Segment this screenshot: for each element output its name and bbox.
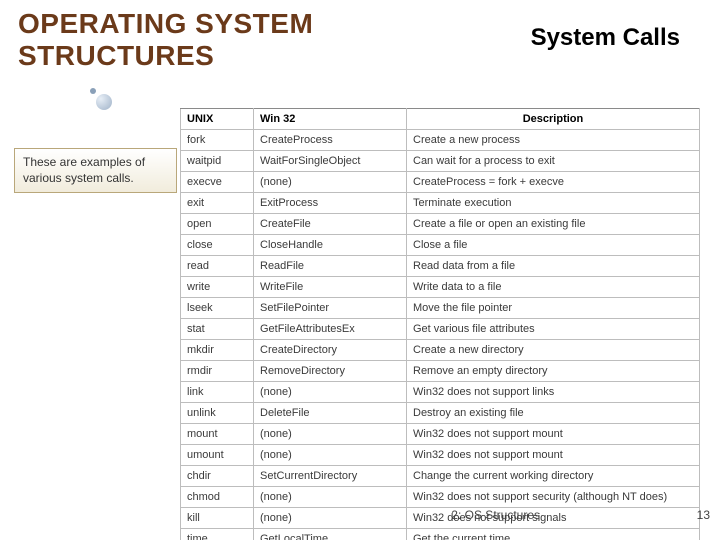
footer-reference: 2: OS Structures [451, 508, 540, 522]
table-row: timeGetLocalTimeGet the current time [181, 529, 700, 540]
cell-win32: CloseHandle [254, 235, 407, 256]
cell-desc: Get various file attributes [407, 319, 700, 340]
cell-desc: CreateProcess = fork + execve [407, 172, 700, 193]
cell-desc: Terminate execution [407, 193, 700, 214]
cell-win32: (none) [254, 382, 407, 403]
cell-unix: kill [181, 508, 254, 529]
decorative-dot-icon [90, 88, 114, 112]
cell-unix: chmod [181, 487, 254, 508]
table-row: openCreateFileCreate a file or open an e… [181, 214, 700, 235]
cell-win32: (none) [254, 424, 407, 445]
cell-unix: unlink [181, 403, 254, 424]
cell-unix: close [181, 235, 254, 256]
table-row: link(none)Win32 does not support links [181, 382, 700, 403]
cell-win32: GetLocalTime [254, 529, 407, 540]
cell-win32: GetFileAttributesEx [254, 319, 407, 340]
table-row: chdirSetCurrentDirectoryChange the curre… [181, 466, 700, 487]
cell-unix: execve [181, 172, 254, 193]
cell-win32: DeleteFile [254, 403, 407, 424]
cell-unix: read [181, 256, 254, 277]
cell-unix: link [181, 382, 254, 403]
table-row: lseekSetFilePointerMove the file pointer [181, 298, 700, 319]
table-row: readReadFileRead data from a file [181, 256, 700, 277]
cell-win32: (none) [254, 487, 407, 508]
cell-win32: WaitForSingleObject [254, 151, 407, 172]
cell-desc: Destroy an existing file [407, 403, 700, 424]
cell-win32: SetCurrentDirectory [254, 466, 407, 487]
system-calls-table: UNIX Win 32 Description forkCreateProces… [180, 108, 700, 540]
cell-unix: waitpid [181, 151, 254, 172]
cell-desc: Move the file pointer [407, 298, 700, 319]
cell-desc: Close a file [407, 235, 700, 256]
cell-desc: Win32 does not support mount [407, 424, 700, 445]
cell-win32: ExitProcess [254, 193, 407, 214]
cell-unix: time [181, 529, 254, 540]
table-row: execve(none)CreateProcess = fork + execv… [181, 172, 700, 193]
cell-win32: CreateFile [254, 214, 407, 235]
cell-unix: exit [181, 193, 254, 214]
table-row: closeCloseHandleClose a file [181, 235, 700, 256]
table-row: mount(none)Win32 does not support mount [181, 424, 700, 445]
header-unix: UNIX [181, 109, 254, 130]
cell-desc: Can wait for a process to exit [407, 151, 700, 172]
table-row: writeWriteFileWrite data to a file [181, 277, 700, 298]
cell-desc: Win32 does not support security (althoug… [407, 487, 700, 508]
header-desc: Description [407, 109, 700, 130]
cell-desc: Create a file or open an existing file [407, 214, 700, 235]
cell-desc: Write data to a file [407, 277, 700, 298]
table-row: waitpidWaitForSingleObjectCan wait for a… [181, 151, 700, 172]
cell-unix: write [181, 277, 254, 298]
cell-desc: Create a new directory [407, 340, 700, 361]
slide-title-left: OPERATING SYSTEM STRUCTURES [18, 8, 358, 72]
cell-unix: mkdir [181, 340, 254, 361]
caption-box: These are examples of various system cal… [14, 148, 177, 193]
cell-desc: Get the current time [407, 529, 700, 540]
cell-unix: stat [181, 319, 254, 340]
table-row: rmdirRemoveDirectoryRemove an empty dire… [181, 361, 700, 382]
cell-desc: Win32 does not support links [407, 382, 700, 403]
cell-unix: open [181, 214, 254, 235]
cell-win32: (none) [254, 508, 407, 529]
cell-desc: Create a new process [407, 130, 700, 151]
cell-unix: umount [181, 445, 254, 466]
slide: OPERATING SYSTEM STRUCTURES System Calls… [0, 0, 720, 540]
table-row: statGetFileAttributesExGet various file … [181, 319, 700, 340]
table-row: forkCreateProcessCreate a new process [181, 130, 700, 151]
footer-page-number: 13 [697, 508, 710, 522]
slide-title-right: System Calls [531, 24, 680, 52]
cell-desc: Read data from a file [407, 256, 700, 277]
table-row: exitExitProcessTerminate execution [181, 193, 700, 214]
cell-win32: RemoveDirectory [254, 361, 407, 382]
table-row: kill(none)Win32 does not support signals [181, 508, 700, 529]
cell-win32: (none) [254, 172, 407, 193]
cell-win32: CreateDirectory [254, 340, 407, 361]
cell-desc: Change the current working directory [407, 466, 700, 487]
header-win32: Win 32 [254, 109, 407, 130]
cell-unix: lseek [181, 298, 254, 319]
table-header-row: UNIX Win 32 Description [181, 109, 700, 130]
cell-unix: fork [181, 130, 254, 151]
cell-unix: chdir [181, 466, 254, 487]
system-calls-table-wrap: UNIX Win 32 Description forkCreateProces… [180, 108, 700, 540]
cell-desc: Remove an empty directory [407, 361, 700, 382]
cell-unix: mount [181, 424, 254, 445]
cell-unix: rmdir [181, 361, 254, 382]
table-row: unlinkDeleteFileDestroy an existing file [181, 403, 700, 424]
cell-win32: CreateProcess [254, 130, 407, 151]
cell-desc: Win32 does not support mount [407, 445, 700, 466]
cell-win32: ReadFile [254, 256, 407, 277]
table-row: mkdirCreateDirectoryCreate a new directo… [181, 340, 700, 361]
cell-win32: (none) [254, 445, 407, 466]
cell-win32: WriteFile [254, 277, 407, 298]
table-row: chmod(none)Win32 does not support securi… [181, 487, 700, 508]
table-row: umount(none)Win32 does not support mount [181, 445, 700, 466]
cell-win32: SetFilePointer [254, 298, 407, 319]
